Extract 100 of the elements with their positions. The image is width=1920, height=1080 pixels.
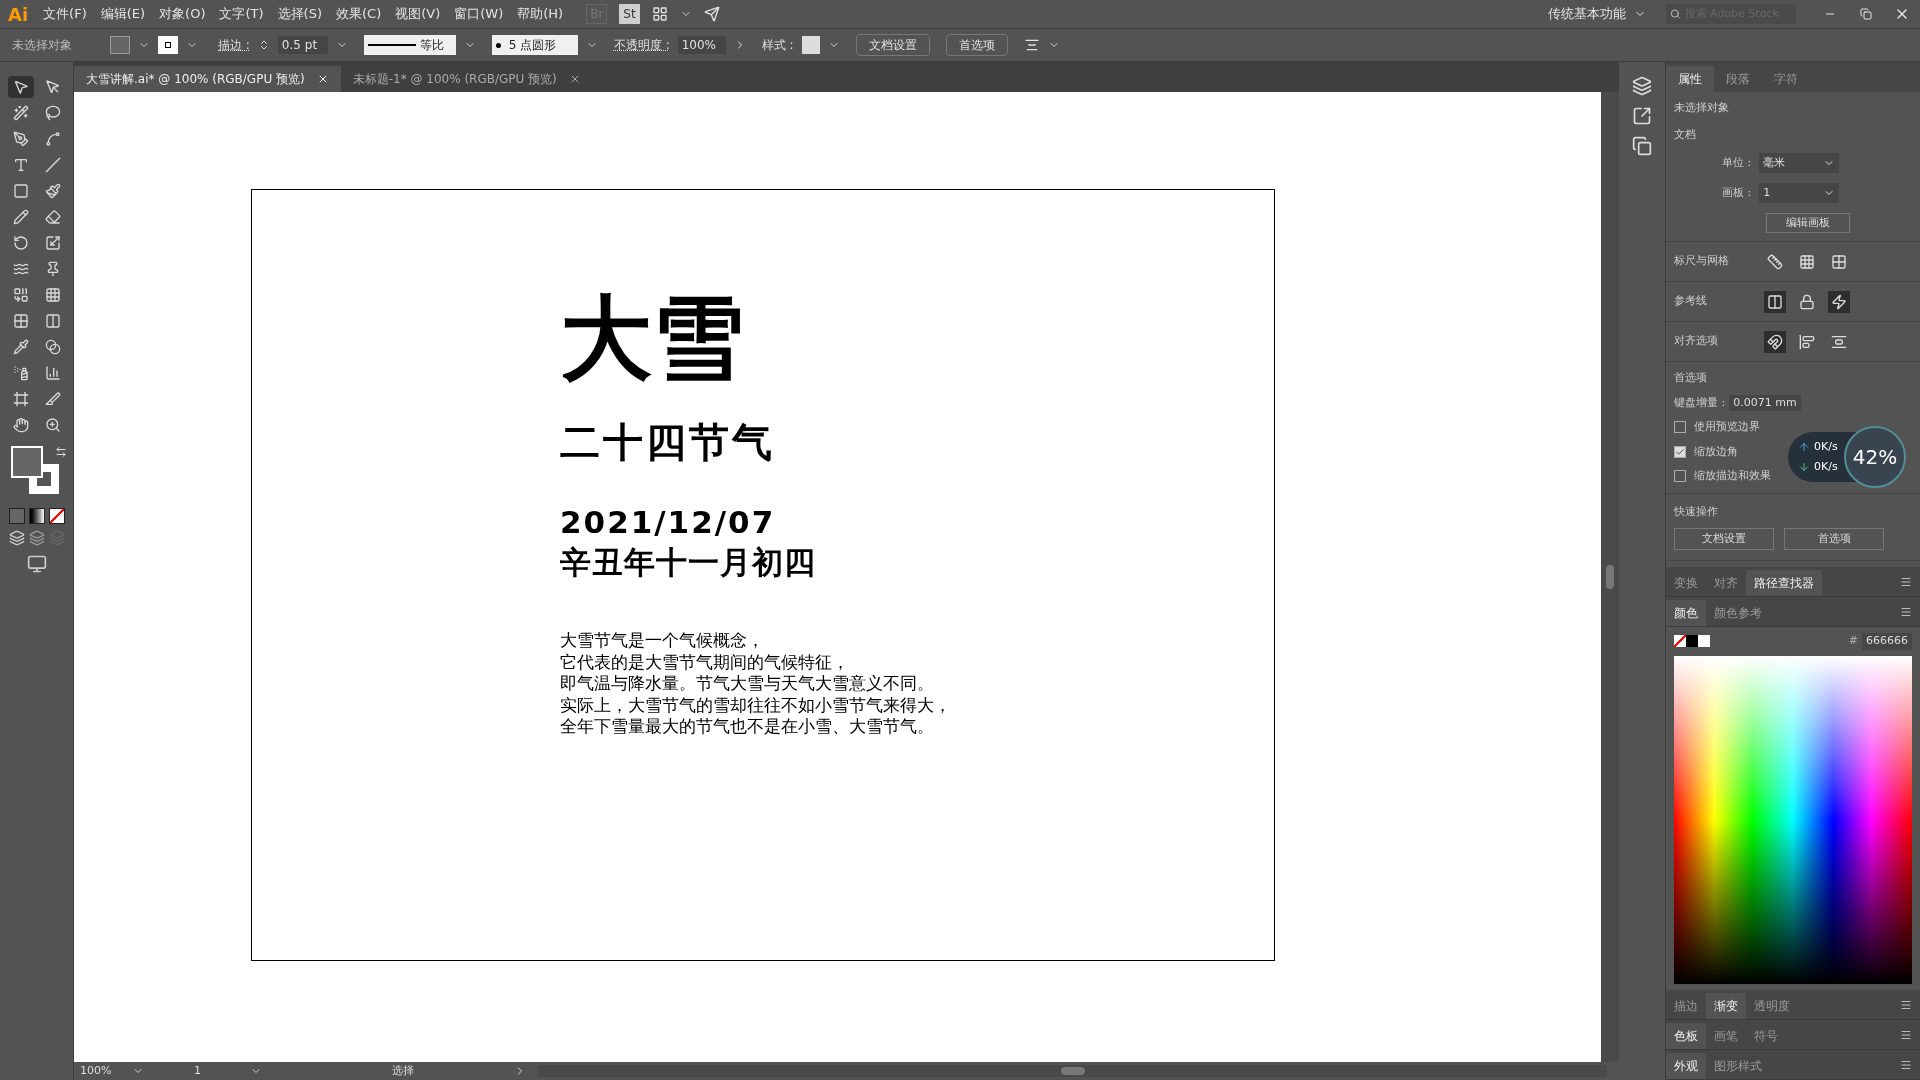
artboard-date: 2021/12/07 bbox=[560, 502, 776, 542]
artboard-dropdown[interactable]: 1 bbox=[1759, 183, 1840, 203]
panel-tab[interactable]: 描边 bbox=[1666, 993, 1706, 1019]
paper-plane-icon[interactable] bbox=[703, 6, 720, 22]
row-label: 对齐选项 bbox=[1674, 333, 1719, 350]
checkbox[interactable] bbox=[1674, 421, 1686, 434]
hex-field[interactable]: 666666 bbox=[1862, 633, 1912, 650]
swap-icon[interactable] bbox=[54, 446, 67, 458]
section-heading: 快速操作 bbox=[1674, 503, 1719, 520]
app-logo: Ai bbox=[7, 2, 30, 27]
edit-artboards-button[interactable]: 编辑画板 bbox=[1766, 213, 1850, 233]
color-mode-icon[interactable] bbox=[8, 508, 25, 524]
panel-tab[interactable]: 外观 bbox=[1666, 1053, 1706, 1079]
unit-label: 单位 : bbox=[1722, 154, 1752, 171]
app-icon[interactable]: St bbox=[619, 4, 640, 24]
lunar-date: 辛丑年十一月初四 bbox=[560, 543, 816, 583]
panel-tab[interactable]: 对齐 bbox=[1706, 570, 1746, 596]
horizontal-scrollbar[interactable] bbox=[538, 1065, 1607, 1077]
menu-item[interactable]: 编辑(E) bbox=[93, 4, 153, 24]
panel-tab[interactable]: 画笔 bbox=[1706, 1023, 1746, 1049]
increment-field[interactable]: 0.0071 mm bbox=[1729, 394, 1801, 411]
document-tab[interactable]: 大雪讲解.ai* @ 100% (RGB/GPU 预览) bbox=[74, 66, 341, 92]
increment-label: 键盘增量 : bbox=[1674, 394, 1726, 411]
fill-color-swatch[interactable] bbox=[10, 446, 43, 478]
body-paragraph: 大雪节气是一个气候概念， 它代表的是大雪节气期间的气候特征， 即气温与降水量。节气大雪与天气大雪意义不同。 实际上，大雪节气的雪却往往不如小雪节气来得大， 全年下雪量最大的节气也不是在小雪、大雪节气。 bbox=[560, 630, 951, 738]
panel-tab[interactable]: 字符 bbox=[1762, 66, 1810, 92]
checkbox[interactable] bbox=[1674, 470, 1686, 483]
menu-item[interactable]: 文件(F) bbox=[36, 4, 94, 24]
unit-dropdown[interactable]: 毫米 bbox=[1759, 153, 1840, 173]
checkbox-label: 缩放边角 bbox=[1694, 443, 1738, 460]
export-icon[interactable] bbox=[1632, 106, 1652, 126]
menu-item[interactable]: 选择(S) bbox=[270, 4, 329, 24]
panel-menu-icon[interactable] bbox=[1900, 1029, 1912, 1041]
magnet-icon[interactable] bbox=[1764, 330, 1786, 353]
panel-tab[interactable]: 路径查找器 bbox=[1746, 570, 1822, 596]
brush-dropdown[interactable]: 5 点圆形 bbox=[491, 35, 578, 55]
panel-tab[interactable]: 渐变 bbox=[1706, 993, 1746, 1019]
menu-item[interactable]: 效果(C) bbox=[329, 4, 389, 24]
panel-tab[interactable]: 色板 bbox=[1666, 1023, 1706, 1049]
layers-icon[interactable] bbox=[1632, 76, 1652, 96]
toolbar-button[interactable]: 首选项 bbox=[945, 34, 1008, 56]
none-swatch[interactable] bbox=[1674, 635, 1686, 648]
menu-item[interactable]: 文字(T) bbox=[212, 4, 271, 24]
quick-action-button[interactable]: 文档设置 bbox=[1674, 528, 1774, 550]
default-swatch[interactable] bbox=[1698, 635, 1710, 648]
panel-tab[interactable]: 图形样式 bbox=[1706, 1053, 1770, 1079]
artboards-icon[interactable] bbox=[1632, 136, 1652, 156]
draw-behind-icon[interactable] bbox=[28, 530, 45, 546]
panel-tab[interactable]: 透明度 bbox=[1746, 993, 1798, 1019]
gradient-mode-icon[interactable] bbox=[28, 508, 45, 524]
quick-action-button[interactable]: 首选项 bbox=[1784, 528, 1884, 550]
vertical-scrollbar[interactable] bbox=[1601, 92, 1619, 1062]
opacity-label[interactable]: 不透明度 : bbox=[613, 36, 670, 54]
panel-menu-icon[interactable] bbox=[1900, 1059, 1912, 1071]
layout-icon[interactable] bbox=[651, 6, 668, 22]
panel-tab[interactable]: 符号 bbox=[1746, 1023, 1786, 1049]
search-icon bbox=[1670, 8, 1681, 20]
checkbox-label: 缩放描边和效果 bbox=[1694, 468, 1771, 484]
stroke-label[interactable]: 描边 : bbox=[218, 36, 250, 54]
panel-menu-icon[interactable] bbox=[1900, 576, 1912, 588]
stroke-swatch[interactable] bbox=[158, 36, 178, 54]
menu-item[interactable]: 视图(V) bbox=[388, 4, 448, 24]
workspace-switcher[interactable]: 传统基本功能 bbox=[1540, 4, 1654, 24]
guides-icon[interactable] bbox=[1764, 290, 1786, 313]
fill-swatch[interactable] bbox=[110, 36, 130, 54]
panel-menu-icon[interactable] bbox=[1900, 999, 1912, 1011]
restore-icon bbox=[1860, 8, 1872, 20]
style-swatch[interactable] bbox=[801, 36, 820, 54]
panel-tab[interactable]: 颜色 bbox=[1666, 600, 1706, 626]
pointer-icon[interactable] bbox=[7, 76, 34, 98]
checkbox[interactable] bbox=[1674, 445, 1686, 458]
row-label: 标尺与网格 bbox=[1674, 253, 1730, 270]
zoom-field[interactable]: 100% bbox=[74, 1062, 124, 1080]
document-tab[interactable]: 未标题-1* @ 100% (RGB/GPU 预览) bbox=[340, 66, 593, 92]
screen-mode-icon[interactable] bbox=[26, 554, 47, 574]
hex-label: # bbox=[1848, 633, 1858, 649]
panel-tab[interactable]: 颜色参考 bbox=[1706, 600, 1770, 626]
none-mode-icon[interactable] bbox=[48, 508, 65, 524]
lightning-icon[interactable] bbox=[1828, 290, 1850, 313]
toolbar-button[interactable]: 文档设置 bbox=[855, 34, 930, 56]
draw-normal-icon[interactable] bbox=[8, 530, 25, 546]
panel-tab[interactable]: 段落 bbox=[1714, 66, 1762, 92]
panel-tab[interactable]: 变换 bbox=[1666, 570, 1706, 596]
artboard-subtitle: 二十四节气 bbox=[560, 417, 775, 466]
panel-tab[interactable]: 属性 bbox=[1666, 66, 1714, 92]
swatch[interactable] bbox=[1686, 635, 1698, 648]
opacity-field[interactable]: 100% bbox=[677, 36, 726, 54]
panel-menu-icon[interactable] bbox=[1900, 606, 1912, 618]
stroke-weight-field[interactable]: 0.5 pt bbox=[277, 36, 328, 54]
stroke-profile-dropdown[interactable]: 等比 bbox=[363, 35, 456, 55]
checkbox-label: 使用预览边界 bbox=[1694, 419, 1760, 435]
selection-label: 未选择对象 bbox=[12, 37, 73, 54]
artboard-number-field[interactable]: 1 bbox=[194, 1062, 234, 1080]
menu-item[interactable]: 帮助(H) bbox=[510, 4, 571, 24]
menu-item[interactable]: 对象(O) bbox=[152, 4, 213, 24]
download-arrow-icon bbox=[1798, 461, 1810, 474]
color-spectrum[interactable] bbox=[1674, 655, 1912, 984]
menu-item[interactable]: 窗口(W) bbox=[447, 4, 511, 24]
artboard-label: 画板 : bbox=[1722, 184, 1752, 201]
align-icon[interactable] bbox=[1023, 37, 1040, 53]
